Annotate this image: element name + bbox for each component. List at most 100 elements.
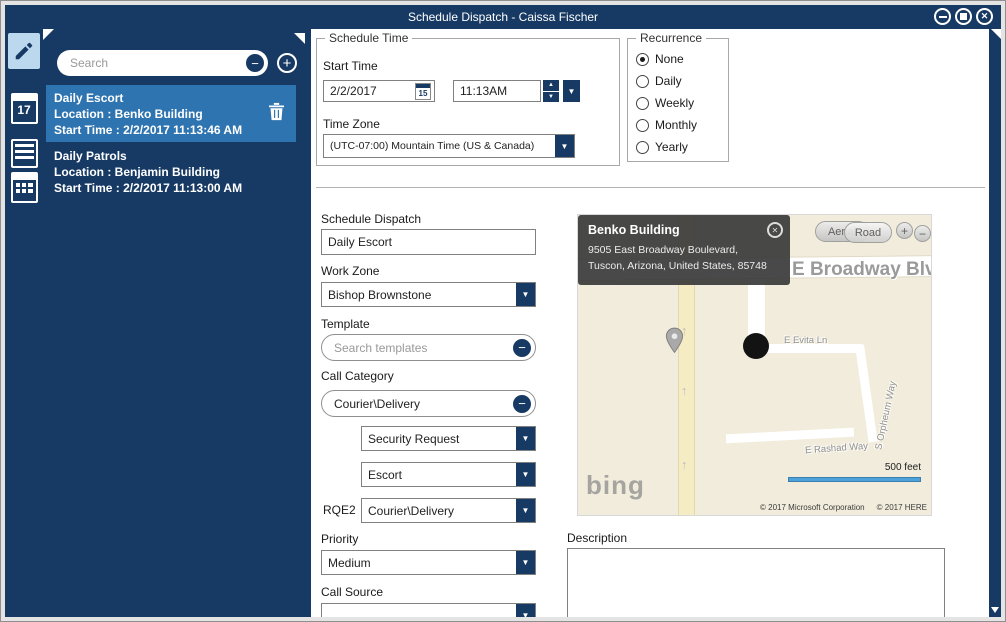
rqe2-dropdown[interactable]: Courier\Delivery ▼ — [361, 498, 536, 523]
minimize-icon — [939, 16, 947, 18]
map-pin-icon[interactable] — [665, 327, 684, 354]
call-source-dropdown[interactable]: ▼ — [321, 603, 536, 617]
location-callout: Benko Building ✕ 9505 East Broadway Boul… — [578, 215, 790, 285]
minus-icon: − — [518, 341, 526, 354]
schedule-dispatch-window: Schedule Dispatch - Caissa Fischer ✕ 17 — [5, 5, 1001, 617]
list-item[interactable]: Daily Escort Location : Benko Building S… — [46, 85, 296, 142]
start-time-field[interactable]: 11:13AM — [453, 80, 541, 102]
spin-down-button[interactable]: ▼ — [543, 92, 559, 103]
minimize-button[interactable] — [934, 8, 951, 25]
start-date-field[interactable]: 2/2/2017 15 — [323, 80, 435, 102]
vertical-scrollbar[interactable] — [989, 29, 1001, 617]
recurrence-option-monthly[interactable]: Monthly — [636, 117, 697, 133]
close-icon: ✕ — [981, 12, 989, 21]
window-controls: ✕ — [934, 8, 993, 25]
callout-close-button[interactable]: ✕ — [767, 222, 783, 238]
location-marker[interactable] — [743, 333, 769, 359]
time-zone-dropdown[interactable]: (UTC-07:00) Mountain Time (US & Canada) … — [323, 134, 575, 158]
item-location: Location : Benjamin Building — [54, 164, 288, 180]
call-category-field[interactable]: Courier\Delivery − — [321, 390, 536, 417]
road-arrow-icon: ↑ — [681, 457, 688, 472]
time-spinner: ▲ ▼ — [543, 80, 559, 102]
delete-icon[interactable] — [269, 102, 284, 121]
collapse-corner-icon — [991, 29, 1001, 39]
work-zone-label: Work Zone — [321, 264, 379, 278]
template-search-input[interactable] — [322, 341, 513, 355]
clear-call-category-button[interactable]: − — [513, 395, 531, 413]
subcategory-value: Security Request — [362, 432, 516, 446]
map-road-rashad — [726, 428, 854, 444]
scroll-down-icon[interactable] — [991, 607, 999, 613]
chevron-down-icon: ▼ — [516, 551, 535, 574]
recurrence-option-none[interactable]: None — [636, 51, 684, 67]
chevron-down-icon: ▼ — [555, 135, 574, 157]
map-scale-label: 500 feet — [885, 462, 921, 473]
map-copyright: © 2017 Microsoft Corporation © 2017 HERE — [760, 503, 927, 512]
radio-icon — [636, 97, 649, 110]
item-start-time: Start Time : 2/2/2017 11:13:00 AM — [54, 180, 288, 196]
start-date-value: 2/2/2017 — [330, 84, 377, 98]
main-content: Schedule Time Start Time 2/2/2017 15 11:… — [311, 29, 989, 617]
collapse-arrow-icon[interactable] — [294, 33, 305, 44]
calendar-agenda-tool[interactable] — [8, 138, 40, 169]
clear-template-button[interactable]: − — [513, 339, 531, 357]
time-zone-value: (UTC-07:00) Mountain Time (US & Canada) — [324, 140, 555, 152]
callout-address-line1: 9505 East Broadway Boulevard, — [588, 242, 780, 258]
map-scale-bar — [788, 477, 921, 482]
subtype-dropdown[interactable]: Escort ▼ — [361, 462, 536, 487]
agenda-icon — [11, 139, 38, 168]
minus-icon: − — [919, 228, 926, 240]
rqe2-label: RQE2 — [323, 503, 356, 517]
schedule-dispatch-input[interactable] — [321, 229, 536, 255]
schedule-list-panel: − + Daily Escort Location : Benko Buildi… — [43, 29, 311, 617]
item-title: Daily Patrols — [54, 148, 288, 164]
spin-up-button[interactable]: ▲ — [543, 80, 559, 91]
restore-button[interactable] — [955, 8, 972, 25]
edit-schedule-tool[interactable] — [8, 33, 40, 69]
road-label-rashad: E Rashad Way — [805, 441, 869, 456]
collapse-corner-icon[interactable] — [43, 29, 54, 40]
spin-down-icon: ▼ — [548, 94, 554, 100]
work-zone-dropdown[interactable]: Bishop Brownstone ▼ — [321, 282, 536, 307]
road-arrow-icon: ↑ — [681, 383, 688, 398]
month-grid-icon — [11, 172, 38, 203]
recurrence-legend: Recurrence — [636, 31, 706, 45]
plus-icon: + — [283, 56, 292, 71]
call-source-label: Call Source — [321, 585, 383, 599]
road-view-button[interactable]: Road — [844, 222, 892, 243]
calendar-picker-icon[interactable]: 15 — [415, 83, 431, 100]
template-search: − — [321, 334, 536, 361]
recurrence-option-weekly[interactable]: Weekly — [636, 95, 694, 111]
plus-icon: + — [901, 225, 908, 237]
recurrence-option-yearly[interactable]: Yearly — [636, 139, 688, 155]
road-label-orpheum: S Orpheum Way — [872, 375, 899, 456]
schedule-time-legend: Schedule Time — [325, 31, 412, 45]
zoom-in-button[interactable]: + — [896, 222, 913, 239]
calendar-day-tool[interactable]: 17 — [8, 92, 40, 125]
time-dropdown-button[interactable]: ▼ — [563, 80, 580, 102]
description-textarea[interactable] — [567, 548, 945, 617]
callout-address-line2: Tuscon, Arizona, United States, 85748 — [588, 258, 780, 274]
clear-search-button[interactable]: − — [246, 54, 264, 72]
priority-value: Medium — [322, 556, 516, 570]
zoom-out-button[interactable]: − — [914, 225, 931, 242]
close-button[interactable]: ✕ — [976, 8, 993, 25]
chevron-down-icon: ▼ — [516, 463, 535, 486]
recurrence-option-daily[interactable]: Daily — [636, 73, 682, 89]
title-bar[interactable]: Schedule Dispatch - Caissa Fischer ✕ — [5, 5, 1001, 29]
pen-icon — [13, 40, 35, 62]
subcategory-dropdown[interactable]: Security Request ▼ — [361, 426, 536, 451]
calendar-month-tool[interactable] — [8, 171, 40, 204]
radio-icon — [636, 141, 649, 154]
bing-map[interactable]: ↑ ↑ ↑ E Broadway Blv E Evita Ln E Rashad… — [577, 214, 932, 516]
recurrence-group: Recurrence None Daily Weekly Monthly Yea… — [627, 38, 729, 162]
close-icon: ✕ — [772, 226, 779, 235]
list-item[interactable]: Daily Patrols Location : Benjamin Buildi… — [46, 143, 296, 200]
description-label: Description — [567, 531, 627, 545]
section-divider — [316, 187, 985, 188]
priority-dropdown[interactable]: Medium ▼ — [321, 550, 536, 575]
search-input[interactable] — [57, 56, 246, 70]
add-schedule-button[interactable]: + — [277, 53, 297, 73]
callout-title: Benko Building — [588, 223, 780, 237]
chevron-down-icon: ▼ — [516, 604, 535, 617]
